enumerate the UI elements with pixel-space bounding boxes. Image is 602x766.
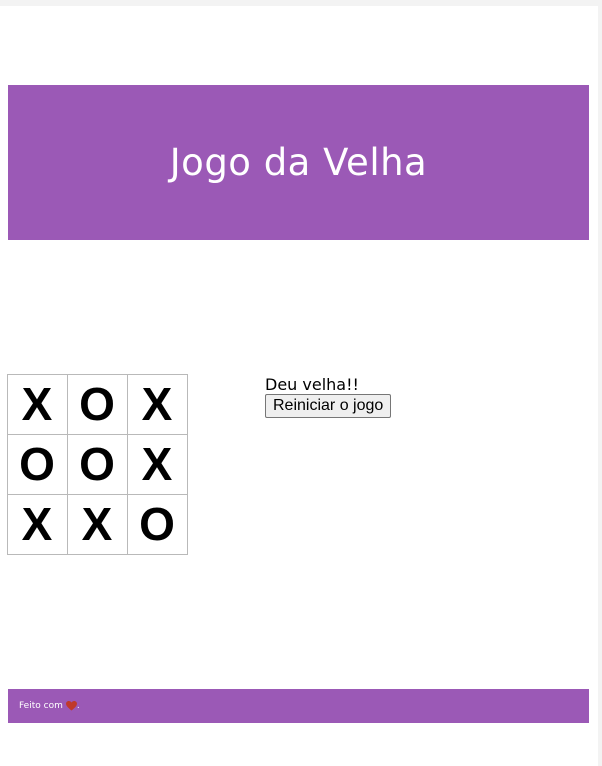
board-cell[interactable]: X	[126, 373, 188, 435]
restart-button[interactable]: Reiniciar o jogo	[265, 394, 392, 418]
footer-made-with: Feito com	[19, 701, 63, 711]
board-cell[interactable]: O	[126, 493, 188, 555]
heart-icon	[65, 701, 77, 711]
board-cell[interactable]: X	[6, 493, 68, 555]
game-status: Deu velha!! Reiniciar o jogo	[265, 375, 392, 418]
board-cell[interactable]: X	[6, 373, 68, 435]
board-cell[interactable]: O	[66, 433, 128, 495]
page-header: Jogo da Velha	[8, 85, 589, 240]
scrollbar-track[interactable]	[598, 0, 602, 766]
footer-suffix: .	[76, 701, 80, 711]
page-title: Jogo da Velha	[169, 141, 428, 184]
board-cell[interactable]: X	[66, 493, 128, 555]
page-footer: Feito com .	[8, 689, 589, 723]
board-cell[interactable]: X	[126, 433, 188, 495]
browser-top-strip	[0, 0, 602, 6]
footer-credit: Feito com .	[19, 701, 80, 711]
board-cell[interactable]: O	[66, 373, 128, 435]
board-cell[interactable]: O	[6, 433, 68, 495]
status-message: Deu velha!!	[265, 375, 359, 394]
tic-tac-toe-board: X O X O O X X X O	[6, 373, 188, 555]
page: Jogo da Velha X O X O O X X X O Deu velh…	[0, 0, 602, 766]
